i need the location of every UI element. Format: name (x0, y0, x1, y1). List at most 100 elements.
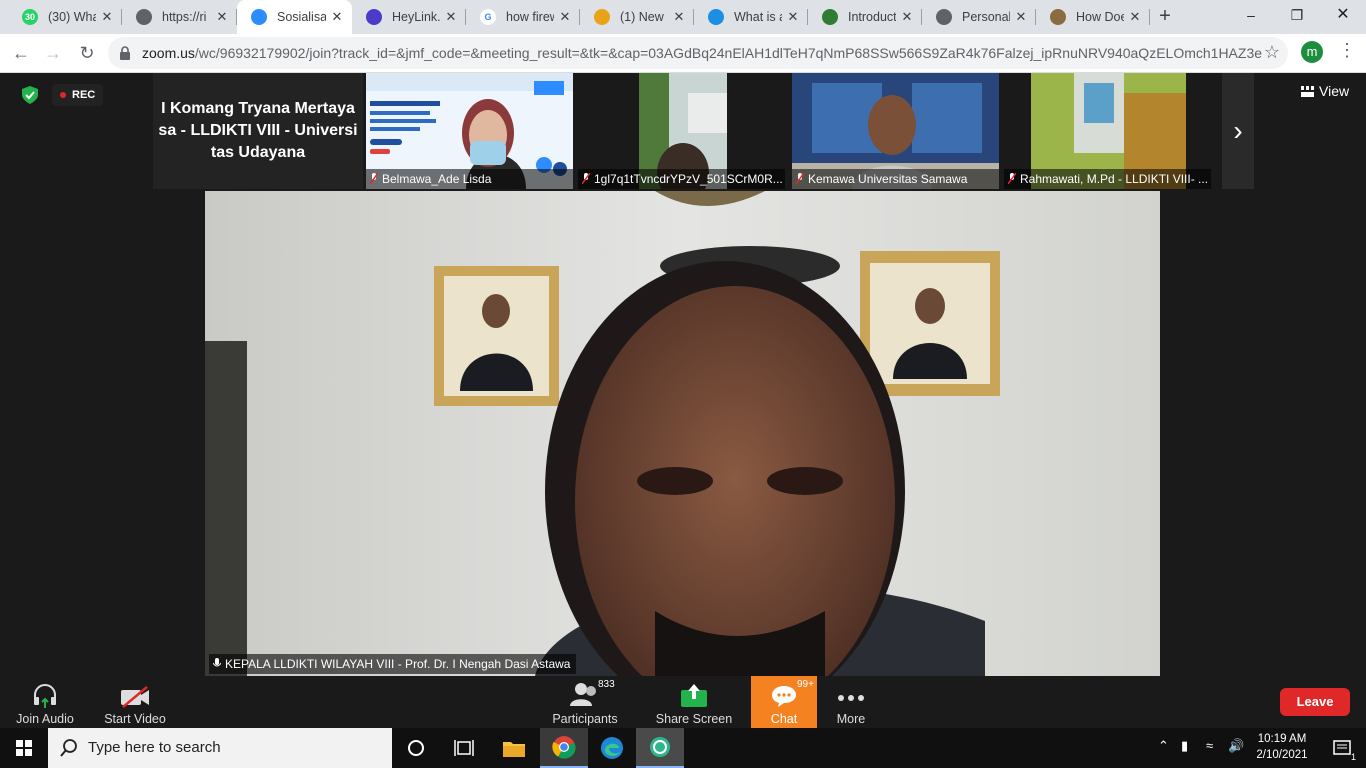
leave-button[interactable]: Leave (1280, 688, 1350, 716)
active-speaker-video[interactable]: KEPALA LLDIKTI WILAYAH VIII - Prof. Dr. … (205, 191, 1160, 676)
clock-date: 2/10/2021 (1256, 749, 1308, 761)
task-view-icon (454, 740, 474, 756)
browser-tab[interactable]: Personali ✕ (922, 0, 1036, 34)
participant-name-tile[interactable]: I Komang Tryana Mertaya sa - LLDIKTI VII… (153, 73, 363, 189)
view-label: View (1319, 83, 1350, 99)
edge-icon (601, 737, 623, 759)
chat-unread-badge: 99+ (797, 679, 814, 690)
clock-time: 10:19 AM (1257, 733, 1307, 745)
muted-mic-icon (370, 173, 378, 184)
more-dots-icon (838, 695, 864, 701)
browser-tab[interactable]: How Doe ✕ (1036, 0, 1150, 34)
tab-title: how firew (506, 10, 554, 24)
participant-name: Rahmawati, M.Pd - LLDIKTI VIII- ... (1020, 172, 1209, 186)
volume-icon[interactable]: 🔊 (1228, 738, 1244, 754)
globe-icon (936, 9, 952, 25)
participant-video-tile[interactable]: 1gl7q1tTvncdrYPzV_501SCrM0R... (578, 73, 785, 189)
speaker-video-image (205, 191, 1160, 676)
join-audio-button[interactable]: Join Audio (8, 676, 82, 728)
close-tab-icon[interactable]: ✕ (1014, 9, 1028, 25)
participant-name: Kemawa Universitas Samawa (808, 172, 968, 186)
more-button[interactable]: More (822, 676, 880, 728)
participant-video-tile[interactable]: Kemawa Universitas Samawa (792, 73, 999, 189)
start-button[interactable] (0, 728, 48, 768)
taskbar-search-box[interactable]: Type here to search (48, 728, 392, 768)
headphone-icon (34, 684, 56, 708)
view-button[interactable]: View (1301, 83, 1349, 99)
participant-video-tile[interactable]: Belmawa_Ade Lisda (366, 73, 573, 189)
profile-avatar[interactable]: m (1301, 41, 1323, 63)
att-icon (708, 9, 724, 25)
google-icon: G (480, 9, 496, 25)
participants-icon (570, 683, 596, 706)
muted-mic-icon (796, 173, 804, 184)
bookmark-star-icon[interactable]: ☆ (1264, 42, 1280, 63)
muted-mic-icon (1008, 173, 1016, 184)
chrome-taskbar-button[interactable] (540, 728, 588, 768)
task-view-button[interactable] (440, 728, 488, 768)
battery-icon[interactable]: ▮ (1181, 738, 1188, 754)
browser-tab[interactable]: Introduct ✕ (808, 0, 922, 34)
browser-menu-icon[interactable]: ⋮ (1338, 40, 1356, 61)
more-label: More (836, 712, 866, 726)
back-button[interactable]: ← (10, 42, 32, 64)
join-audio-label: Join Audio (16, 712, 74, 726)
maximize-button[interactable]: ❐ (1274, 0, 1320, 30)
encryption-shield-icon[interactable] (22, 86, 38, 104)
browser-tab[interactable]: Ghow firew ✕ (466, 0, 580, 34)
close-tab-icon[interactable]: ✕ (215, 9, 229, 25)
browser-tab[interactable]: HeyLink.r ✕ (352, 0, 466, 34)
wifi-icon[interactable]: ≈ (1206, 738, 1213, 753)
file-explorer-button[interactable] (490, 728, 538, 768)
browser-tab[interactable]: (1) New N ✕ (580, 0, 694, 34)
participant-label: Kemawa Universitas Samawa (792, 169, 999, 189)
close-tab-icon[interactable]: ✕ (558, 9, 572, 25)
url-text: zoom.us/wc/96932179902/join?track_id=&jm… (142, 45, 1262, 61)
address-bar[interactable]: zoom.us/wc/96932179902/join?track_id=&jm… (108, 37, 1288, 69)
tab-title: Introduct (848, 10, 896, 24)
search-placeholder: Type here to search (88, 739, 221, 756)
edge-taskbar-button[interactable] (588, 728, 636, 768)
browser-tab[interactable]: Sosialisas ✕ (237, 0, 352, 34)
action-center-button[interactable]: 1 (1318, 728, 1366, 768)
recording-indicator[interactable]: REC (52, 84, 104, 106)
minimize-button[interactable]: – (1228, 0, 1274, 30)
tab-title: HeyLink.r (392, 10, 440, 24)
url-host: zoom.us (142, 45, 195, 61)
start-video-button[interactable]: Start Video (96, 676, 174, 728)
browser-tab[interactable]: https://ri ✕ (122, 0, 237, 34)
participants-count: 833 (598, 679, 615, 690)
reload-button[interactable]: ↻ (76, 42, 98, 64)
close-tab-icon[interactable]: ✕ (1128, 9, 1142, 25)
participants-button[interactable]: Participants 833 (546, 676, 624, 728)
close-tab-icon[interactable]: ✕ (330, 9, 344, 25)
browser-tab[interactable]: What is a ✕ (694, 0, 808, 34)
close-tab-icon[interactable]: ✕ (900, 9, 914, 25)
zoom-meeting-area: REC I Komang Tryana Mertaya sa - LLDIKTI… (0, 73, 1366, 676)
close-tab-icon[interactable]: ✕ (672, 9, 686, 25)
chat-button[interactable]: Chat 99+ (751, 676, 817, 728)
tab-title: (30) Wha (48, 10, 96, 24)
zoom-taskbar-button[interactable] (636, 728, 684, 768)
forward-button[interactable]: → (42, 42, 64, 64)
system-clock[interactable]: 10:19 AM 2/10/2021 (1252, 731, 1312, 763)
close-tab-icon[interactable]: ✕ (100, 9, 114, 25)
share-screen-button[interactable]: Share Screen (652, 676, 736, 728)
show-hidden-icons-chevron-icon[interactable]: ⌃ (1158, 738, 1169, 754)
browser-tab[interactable]: 30 (30) Wha ✕ (8, 0, 122, 34)
whatsapp-icon: 30 (22, 9, 38, 25)
close-tab-icon[interactable]: ✕ (444, 9, 458, 25)
next-page-arrow-icon[interactable]: › (1222, 73, 1254, 189)
participant-name: Belmawa_Ade Lisda (382, 172, 492, 186)
participant-video-tile[interactable]: Rahmawati, M.Pd - LLDIKTI VIII- ... (1004, 73, 1211, 189)
trinket-icon (822, 9, 838, 25)
cortana-circle-icon (408, 740, 424, 756)
start-video-label: Start Video (104, 712, 166, 726)
close-tab-icon[interactable]: ✕ (786, 9, 800, 25)
new-tab-button[interactable]: + (1155, 6, 1175, 26)
close-window-button[interactable]: ✕ (1320, 0, 1366, 30)
cortana-button[interactable] (392, 728, 440, 768)
participant-label: Belmawa_Ade Lisda (366, 169, 573, 189)
tab-title: How Doe (1076, 10, 1124, 24)
tab-title: https://ri (162, 10, 207, 24)
